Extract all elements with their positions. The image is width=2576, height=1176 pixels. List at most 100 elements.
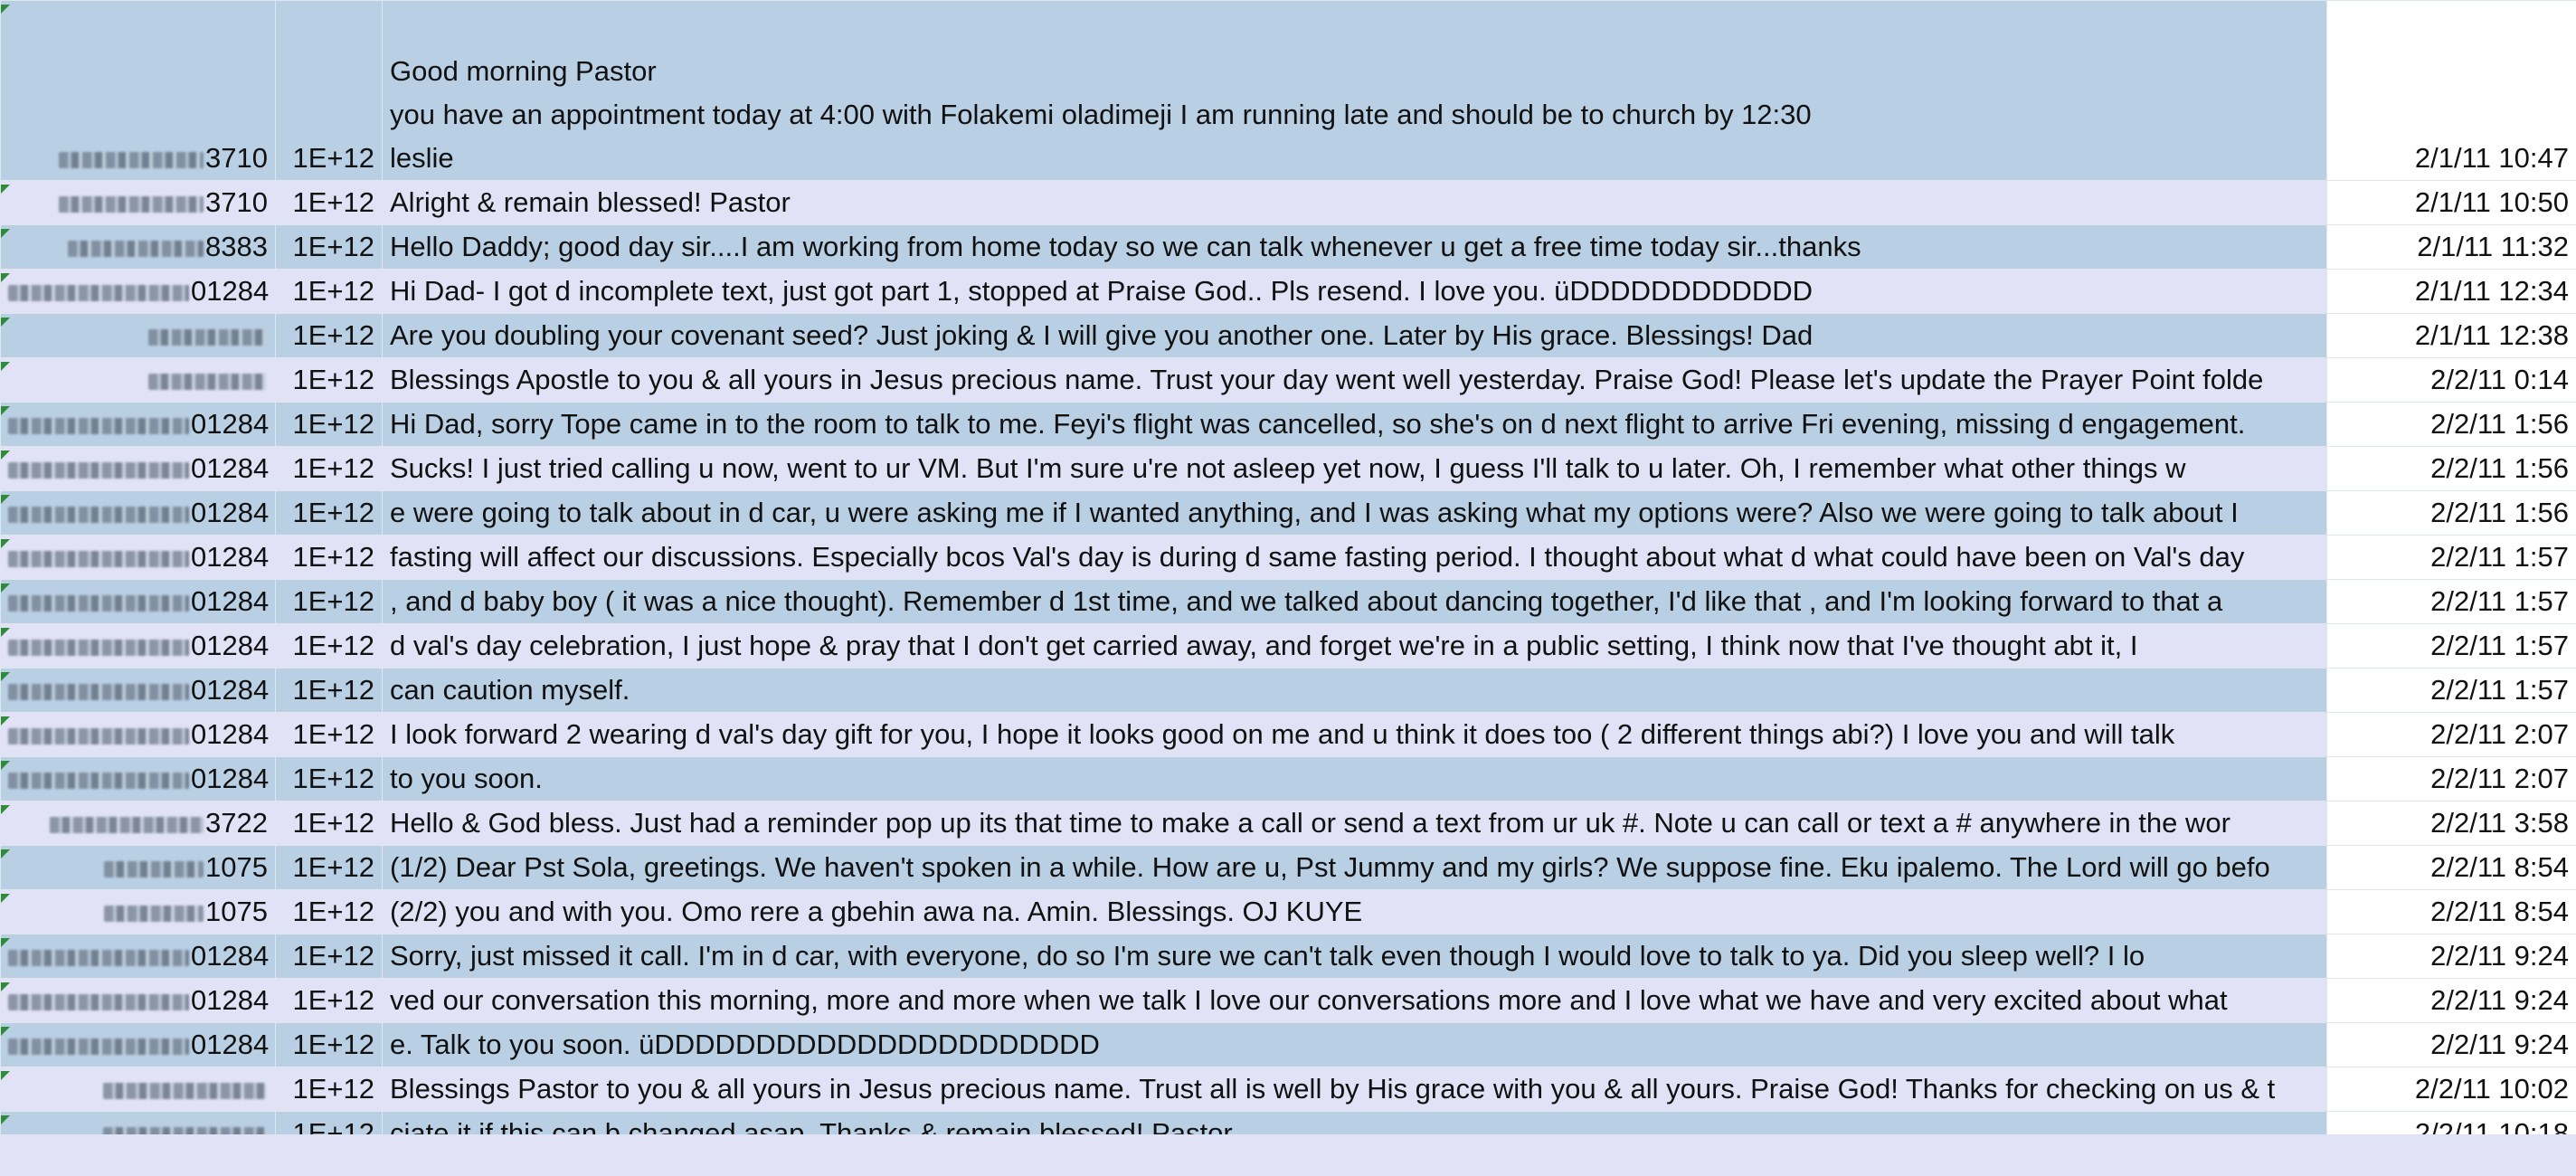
table-row[interactable]: 01284 1E+12, and d baby boy ( it was a ni… [0,579,2576,624]
date-cell[interactable]: 2/2/11 8:54 [2326,845,2576,890]
table-row[interactable]: 01284 1E+12 fasting will affect our discus… [0,535,2576,580]
message-cell[interactable]: Sorry, just missed it call. I'm in d car… [382,934,2327,979]
message-cell[interactable]: Sucks! I just tried calling u now, went … [382,446,2327,491]
number-cell[interactable]: 1E+12 [275,623,383,669]
message-cell[interactable]: can caution myself. [382,668,2327,713]
phone-cell[interactable]: 01284 [0,579,276,624]
message-cell[interactable]: Good morning Pastor you have an appointme… [382,0,2327,181]
message-cell[interactable]: d val's day celebration, I just hope & p… [382,623,2327,669]
message-cell[interactable]: e were going to talk about in d car, u w… [382,490,2327,536]
number-cell[interactable]: 1E+12 [275,446,383,491]
table-row[interactable]: 3722 1E+12 Hello & God bless. Just had a r… [0,801,2576,846]
table-row[interactable]: 3710 1E+12 Good morning Pastor you have an … [0,0,2576,181]
phone-cell[interactable] [0,313,276,358]
date-cell[interactable]: 2/1/11 11:32 [2326,224,2576,270]
table-row[interactable]: 1075 1E+12 (2/2) you and with you. Omo rer… [0,889,2576,934]
date-cell[interactable]: 2/2/11 0:14 [2326,357,2576,403]
table-row[interactable]: 01284 1E+12 Sucks! I just tried calling u … [0,446,2576,491]
number-cell[interactable]: 1E+12 [275,490,383,536]
table-row[interactable]: 01284 1E+12 ved our conversation this morn… [0,978,2576,1023]
number-cell[interactable]: 1E+12 [275,756,383,801]
date-cell[interactable]: 2/2/11 2:07 [2326,712,2576,757]
phone-cell[interactable]: 3722 [0,801,276,846]
phone-cell[interactable]: 01284 [0,623,276,669]
number-cell[interactable]: 1E+12 [275,579,383,624]
number-cell[interactable]: 1E+12 [275,1022,383,1067]
phone-cell[interactable]: 01284 [0,446,276,491]
message-cell[interactable]: to you soon. [382,756,2327,801]
phone-cell[interactable]: 01284 [0,535,276,580]
number-cell[interactable]: 1E+12 [275,845,383,890]
phone-cell[interactable]: 3710 [0,0,276,181]
message-cell[interactable]: (2/2) you and with you. Omo rere a gbehi… [382,889,2327,934]
date-cell[interactable]: 2/2/11 1:57 [2326,623,2576,669]
message-cell[interactable]: (1/2) Dear Pst Sola, greetings. We haven… [382,845,2327,890]
phone-cell[interactable]: 01284 [0,934,276,979]
number-cell[interactable]: 1E+12 [275,1067,383,1112]
phone-cell[interactable]: 1075 [0,845,276,890]
message-cell[interactable]: Hello & God bless. Just had a reminder p… [382,801,2327,846]
date-cell[interactable]: 2/2/11 1:57 [2326,579,2576,624]
table-row[interactable]: 1E+12 Blessings Pastor to you & all yours… [0,1067,2576,1112]
date-cell[interactable]: 2/2/11 1:57 [2326,668,2576,713]
date-cell[interactable]: 2/1/11 12:34 [2326,269,2576,314]
number-cell[interactable]: 1E+12 [275,313,383,358]
number-cell[interactable]: 1E+12 [275,357,383,403]
message-cell[interactable]: Are you doubling your covenant seed? Jus… [382,313,2327,358]
table-row[interactable]: 01284 1E+12 d val's day celebration, I jus… [0,623,2576,669]
table-row[interactable]: 8383 1E+12 Hello Daddy; good day sir....I … [0,224,2576,270]
table-row[interactable]: 01284 1E+12 to you soon. 2/2/11 2:07 [0,756,2576,801]
date-cell[interactable]: 2/2/11 3:58 [2326,801,2576,846]
phone-cell[interactable] [0,357,276,403]
date-cell[interactable]: 2/2/11 1:56 [2326,402,2576,447]
phone-cell[interactable]: 01284 [0,712,276,757]
number-cell[interactable]: 1E+12 [275,801,383,846]
number-cell[interactable]: 1E+12 [275,180,383,225]
phone-cell[interactable]: 01284 [0,269,276,314]
message-cell[interactable]: Hi Dad, sorry Tope came in to the room t… [382,402,2327,447]
number-cell[interactable]: 1E+12 [275,934,383,979]
message-cell[interactable]: Blessings Apostle to you & all yours in … [382,357,2327,403]
table-row[interactable]: 01284 1E+12 Hi Dad- I got d incomplete tex… [0,269,2576,314]
phone-cell[interactable]: 01284 [0,402,276,447]
message-cell[interactable]: e. Talk to you soon. üDDDDDDDDDDDDDDDDDD… [382,1022,2327,1067]
table-row[interactable]: 01284 1E+12 e were going to talk about in … [0,490,2576,536]
date-cell[interactable]: 2/2/11 1:56 [2326,490,2576,536]
table-row[interactable]: 1E+12 Blessings Apostle to you & all your… [0,357,2576,403]
table-row[interactable]: 01284 1E+12 Hi Dad, sorry Tope came in to … [0,402,2576,447]
table-row[interactable]: 01284 1E+12 e. Talk to you soon. üDDDDDDDD… [0,1022,2576,1067]
date-cell[interactable]: 2/2/11 1:57 [2326,535,2576,580]
table-row[interactable]: 01284 1E+12 can caution myself. 2/2/11 1:57 [0,668,2576,713]
number-cell[interactable]: 1E+12 [275,889,383,934]
table-row[interactable]: 01284 1E+12 I look forward 2 wearing d val… [0,712,2576,757]
phone-cell[interactable]: 3710 [0,180,276,225]
date-cell[interactable]: 2/2/11 1:56 [2326,446,2576,491]
message-cell[interactable]: ved our conversation this morning, more … [382,978,2327,1023]
phone-cell[interactable]: 01284 [0,668,276,713]
message-cell[interactable]: Blessings Pastor to you & all yours in J… [382,1067,2327,1112]
message-cell[interactable]: I look forward 2 wearing d val's day gif… [382,712,2327,757]
table-row[interactable]: 1E+12 Are you doubling your covenant seed… [0,313,2576,358]
message-cell[interactable]: fasting will affect our discussions. Esp… [382,535,2327,580]
date-cell[interactable]: 2/2/11 9:24 [2326,934,2576,979]
date-cell[interactable]: 2/2/11 8:54 [2326,889,2576,934]
number-cell[interactable]: 1E+12 [275,668,383,713]
message-cell[interactable]: Alright & remain blessed! Pastor [382,180,2327,225]
date-cell[interactable]: 2/2/11 9:24 [2326,1022,2576,1067]
message-cell[interactable]: Hello Daddy; good day sir....I am workin… [382,224,2327,270]
table-row[interactable]: 1075 1E+12 (1/2) Dear Pst Sola, greetings.… [0,845,2576,890]
phone-cell[interactable]: 1075 [0,889,276,934]
number-cell[interactable]: 1E+12 [275,712,383,757]
date-cell[interactable]: 2/2/11 10:02 [2326,1067,2576,1112]
phone-cell[interactable]: 8383 [0,224,276,270]
date-cell[interactable]: 2/1/11 12:38 [2326,313,2576,358]
number-cell[interactable]: 1E+12 [275,402,383,447]
date-cell[interactable]: 2/1/11 10:50 [2326,180,2576,225]
table-row[interactable]: 01284 1E+12 Sorry, just missed it call. I'… [0,934,2576,979]
number-cell[interactable]: 1E+12 [275,978,383,1023]
table-row[interactable]: 3710 1E+12 Alright & remain blessed! Pasto… [0,180,2576,225]
date-cell[interactable]: 2/2/11 9:24 [2326,978,2576,1023]
message-cell[interactable]: Hi Dad- I got d incomplete text, just go… [382,269,2327,314]
phone-cell[interactable]: 01284 [0,756,276,801]
date-cell[interactable]: 2/2/11 2:07 [2326,756,2576,801]
